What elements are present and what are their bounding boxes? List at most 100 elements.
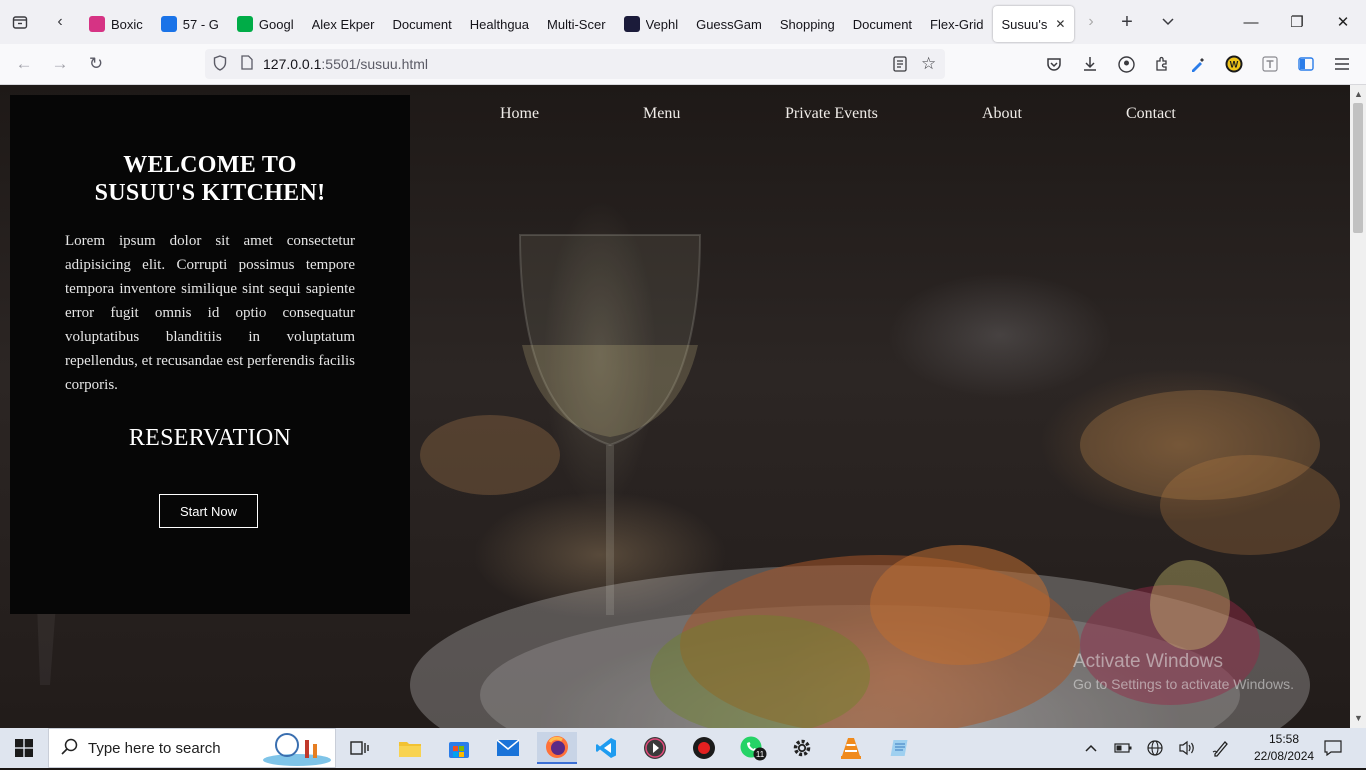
whatsapp-icon[interactable]: 11: [733, 732, 773, 764]
hamburger-menu-icon[interactable]: [1328, 50, 1356, 78]
battery-icon[interactable]: [1110, 728, 1136, 768]
tab-title: Vephl: [645, 16, 679, 32]
taskbar-search[interactable]: Type here to search: [48, 728, 336, 768]
downloads-icon[interactable]: [1076, 50, 1104, 78]
vlc-icon[interactable]: [831, 732, 871, 764]
shield-icon[interactable]: [213, 54, 227, 74]
start-now-button[interactable]: Start Now: [159, 494, 258, 528]
mail-icon[interactable]: [488, 732, 528, 764]
bookmark-star-icon[interactable]: ☆: [921, 54, 936, 74]
tab-overview-icon[interactable]: [0, 0, 40, 44]
reload-icon[interactable]: ↻: [82, 50, 110, 78]
pen-workspace-icon[interactable]: [1208, 728, 1234, 768]
activate-windows-watermark: Activate Windows Go to Settings to activ…: [1073, 651, 1294, 692]
browser-tab[interactable]: Shopping: [771, 6, 844, 42]
scroll-down-arrow-icon[interactable]: ▼: [1354, 713, 1363, 723]
windows-taskbar: Type here to search 11 15:58 22/08/2024: [0, 728, 1366, 768]
system-clock[interactable]: 15:58 22/08/2024: [1254, 731, 1314, 765]
browser-tab[interactable]: Alex Ekper: [303, 6, 384, 42]
search-placeholder: Type here to search: [88, 739, 221, 757]
new-tab-icon[interactable]: +: [1107, 0, 1147, 44]
tab-title: Document: [852, 16, 913, 32]
task-view-icon[interactable]: [340, 732, 380, 764]
minimize-icon[interactable]: —: [1228, 0, 1274, 44]
activate-windows-title: Activate Windows: [1073, 651, 1223, 672]
browser-tab[interactable]: Healthgua: [461, 6, 538, 42]
welcome-description: Lorem ipsum dolor sit amet consectetur a…: [65, 233, 355, 393]
color-picker-icon[interactable]: [1184, 50, 1212, 78]
nav-link-menu[interactable]: Menu: [643, 105, 680, 123]
media-player-icon[interactable]: [635, 732, 675, 764]
notification-center-icon[interactable]: [1320, 728, 1346, 768]
nav-link-private-events[interactable]: Private Events: [785, 105, 878, 123]
tab-title: Document: [392, 16, 452, 32]
account-icon[interactable]: [1112, 50, 1140, 78]
welcome-heading: WELCOME TO SUSUU'S KITCHEN!: [10, 151, 410, 207]
network-globe-icon[interactable]: [1142, 728, 1168, 768]
activate-windows-subtitle: Go to Settings to activate Windows.: [1073, 676, 1294, 692]
browser-tab[interactable]: Vephl: [615, 6, 688, 42]
clock-date: 22/08/2024: [1254, 749, 1315, 763]
close-tab-icon[interactable]: ✕: [1055, 17, 1065, 31]
file-explorer-icon[interactable]: [390, 732, 430, 764]
tab-title: Susuu's: [1001, 16, 1048, 32]
browser-navigation-bar: ← → ↻ 127.0.0.1:5501/susuu.html ☆ W: [0, 44, 1366, 85]
browser-tab[interactable]: Googl: [228, 6, 303, 42]
microsoft-store-icon[interactable]: [439, 732, 479, 764]
pocket-icon[interactable]: [1040, 50, 1068, 78]
extension-t-icon[interactable]: [1256, 50, 1284, 78]
whatsapp-badge: 11: [756, 750, 765, 759]
browser-tab[interactable]: GuessGam: [687, 6, 771, 42]
browser-tab[interactable]: 57 - G: [152, 6, 228, 42]
reader-view-icon[interactable]: [893, 56, 907, 75]
list-all-tabs-icon[interactable]: [1148, 0, 1188, 44]
scroll-tabs-right-icon[interactable]: ›: [1071, 0, 1111, 44]
extension-w-icon[interactable]: W: [1220, 50, 1248, 78]
page-scrollbar[interactable]: ▲ ▼: [1350, 85, 1366, 728]
browser-tab[interactable]: Document: [844, 6, 921, 42]
forward-icon[interactable]: →: [46, 50, 74, 78]
volume-icon[interactable]: [1174, 728, 1200, 768]
url-path: :5501/susuu.html: [321, 56, 429, 72]
browser-tab-active[interactable]: Susuu's ✕: [992, 6, 1075, 42]
windows-start-icon[interactable]: [0, 728, 48, 768]
url-bar[interactable]: 127.0.0.1:5501/susuu.html ☆: [205, 49, 945, 79]
page-viewport: Home Menu Private Events About Contact W…: [0, 85, 1350, 728]
welcome-heading-line2: SUSUU'S KITCHEN!: [94, 180, 326, 206]
tab-title: Shopping: [779, 16, 835, 32]
google-drive-icon: [160, 16, 177, 32]
scroll-up-arrow-icon[interactable]: ▲: [1354, 89, 1363, 99]
tab-title: Googl: [258, 16, 294, 32]
tab-title: Alex Ekper: [311, 16, 375, 32]
site-navigation: Home Menu Private Events About Contact: [460, 105, 1220, 127]
tab-title: Healthgua: [469, 16, 530, 32]
show-hidden-icons-icon[interactable]: [1080, 728, 1102, 768]
scroll-tabs-left-icon[interactable]: ‹: [40, 0, 80, 44]
browser-tab[interactable]: Document: [384, 6, 461, 42]
extensions-icon[interactable]: [1148, 50, 1176, 78]
restore-icon[interactable]: ❐: [1274, 0, 1320, 44]
close-window-icon[interactable]: ✕: [1320, 0, 1366, 44]
nav-link-contact[interactable]: Contact: [1126, 105, 1176, 123]
vscode-icon[interactable]: [586, 732, 626, 764]
settings-gear-icon[interactable]: [782, 732, 822, 764]
search-icon: [61, 738, 78, 759]
tab-title: Multi-Scer: [547, 16, 606, 32]
browser-tab[interactable]: Multi-Scer: [538, 6, 615, 42]
nav-link-about[interactable]: About: [982, 105, 1022, 123]
vephla-icon: [623, 16, 640, 32]
firefox-icon[interactable]: [537, 732, 577, 764]
tab-title: 57 - G: [182, 16, 219, 32]
screen-recorder-icon[interactable]: [684, 732, 724, 764]
browser-tab[interactable]: Flex-Grid: [921, 6, 992, 42]
google-meet-icon: [236, 16, 253, 32]
browser-tab[interactable]: Boxic: [80, 6, 152, 42]
back-icon[interactable]: ←: [10, 50, 38, 78]
sidebar-icon[interactable]: [1292, 50, 1320, 78]
boxicons-icon: [89, 16, 105, 32]
nav-link-home[interactable]: Home: [500, 105, 539, 123]
scrollbar-thumb[interactable]: [1353, 103, 1363, 233]
page-icon[interactable]: [241, 55, 253, 73]
notepad-icon[interactable]: [880, 732, 920, 764]
welcome-heading-line1: WELCOME TO: [123, 152, 297, 178]
